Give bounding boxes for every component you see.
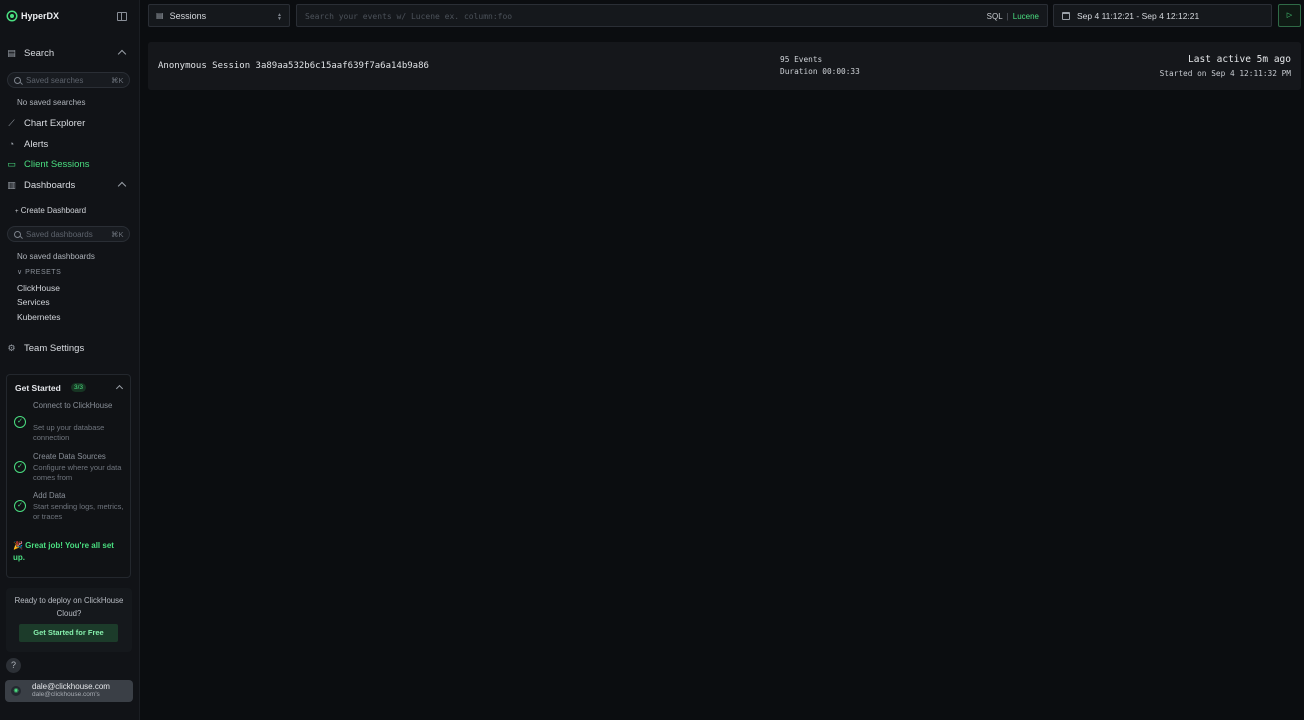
search-icon (14, 230, 21, 238)
source-select[interactable]: ▤ Sessions ▲ ▼ (148, 4, 290, 27)
preset-services[interactable]: Services (17, 297, 50, 307)
check-circle-icon: ✓ (14, 416, 26, 428)
check-circle-icon: ✓ (14, 500, 26, 512)
logo-icon (8, 12, 16, 20)
nav-alerts[interactable]: ◔ Alerts (7, 139, 49, 150)
chevron-down-icon: ∨ (17, 269, 23, 276)
nav-client-sessions-label: Client Sessions (24, 159, 90, 170)
nav-team-settings[interactable]: ⚙ Team Settings (7, 343, 84, 354)
plus-icon: + (15, 209, 19, 215)
brand-name: HyperDX (21, 11, 60, 21)
deploy-card: Ready to deploy on ClickHouse Cloud? Get… (6, 588, 132, 652)
step-title: Add Data (33, 491, 66, 500)
search-icon (14, 76, 21, 84)
search-query-input[interactable] (305, 10, 965, 22)
search-nav-icon: ▤ (7, 48, 16, 58)
saved-search-input[interactable] (26, 75, 104, 85)
bell-icon: ◔ (8, 139, 15, 149)
time-range-picker[interactable]: Sep 4 11:12:21 - Sep 4 12:12:21 (1053, 4, 1272, 27)
lang-separator: | (1006, 12, 1009, 21)
lang-lucene[interactable]: Lucene (1013, 12, 1039, 21)
session-events: 95 Events (780, 55, 823, 64)
brand[interactable]: HyperDX (8, 11, 59, 21)
step-title: Create Data Sources (33, 452, 106, 461)
gear-icon: ⚙ (7, 343, 16, 353)
create-dashboard-label: Create Dashboard (20, 206, 87, 215)
user-menu[interactable]: ◉ dale@clickhouse.com dale@clickhouse.co… (5, 680, 133, 702)
nav-chart-explorer[interactable]: ⟋ Chart Explorer (7, 118, 85, 129)
nav-alerts-label: Alerts (24, 139, 49, 150)
lang-sql[interactable]: SQL (987, 12, 1003, 21)
run-query-button[interactable]: ▷ (1278, 4, 1301, 27)
query-bar: SQL | Lucene (296, 4, 1048, 27)
nav-client-sessions[interactable]: ▭ Client Sessions (7, 159, 89, 170)
calendar-icon (1062, 11, 1070, 20)
session-started: Started on Sep 4 12:11:32 PM (1159, 69, 1291, 78)
nav-team-settings-label: Team Settings (24, 343, 85, 354)
saved-search-input-wrap: ⌘K (7, 72, 130, 88)
no-saved-dashboards: No saved dashboards (17, 252, 95, 261)
user-team: dale@clickhouse.com's (32, 691, 100, 698)
step-desc: Start sending logs, metrics, or traces (33, 502, 124, 521)
get-started-free-button[interactable]: Get Started for Free (19, 624, 118, 642)
chevron-up-icon[interactable] (115, 384, 124, 393)
check-circle-icon: ✓ (14, 461, 26, 473)
time-range-value: Sep 4 11:12:21 - Sep 4 12:12:21 (1077, 10, 1200, 21)
nav-search-label: Search (24, 48, 55, 59)
nav-dashboards-label: Dashboards (24, 180, 76, 191)
preset-clickhouse[interactable]: ClickHouse (17, 283, 60, 293)
session-last-active: Last active 5m ago (1188, 54, 1291, 65)
shortcut-hint: ⌘K (111, 229, 124, 239)
session-row[interactable]: Anonymous Session 3a89aa532b6c15aaf639f7… (148, 42, 1301, 90)
step-desc: Set up your database connection (33, 423, 105, 442)
step-desc: Configure where your data comes from (33, 463, 122, 482)
source-select-value: Sessions (169, 10, 207, 21)
chevron-up-icon[interactable] (117, 49, 127, 59)
nav-dashboards[interactable]: ▥ Dashboards (7, 180, 75, 191)
collapse-sidebar-icon[interactable] (117, 12, 127, 21)
chart-icon: ⟋ (8, 118, 15, 128)
get-started-title: Get Started (15, 383, 61, 393)
shortcut-hint: ⌘K (111, 75, 124, 85)
setup-complete-message: 🎉 Great job! You're all set up. (13, 541, 114, 562)
sidebar: HyperDX ▤ Search ⌘K No saved searches ⟋ … (0, 0, 140, 720)
select-arrows-icon: ▲ ▼ (277, 12, 282, 22)
step-title: Connect to ClickHouse (33, 401, 113, 410)
dashboard-search-input[interactable] (26, 229, 104, 239)
help-icon[interactable]: ? (6, 658, 21, 673)
query-language-toggle[interactable]: SQL | Lucene (987, 12, 1039, 21)
chevron-up-icon[interactable] (117, 181, 127, 191)
no-saved-searches: No saved searches (17, 98, 86, 107)
table-icon: ▤ (156, 11, 164, 20)
deploy-text: Ready to deploy on ClickHouse Cloud? (14, 596, 124, 618)
create-dashboard-link[interactable]: + Create Dashboard (15, 206, 86, 215)
progress-badge: 3/3 (71, 383, 87, 392)
dashboard-search-input-wrap: ⌘K (7, 226, 130, 242)
preset-kubernetes[interactable]: Kubernetes (17, 312, 60, 322)
nav-chart-explorer-label: Chart Explorer (24, 118, 86, 129)
presets-header[interactable]: ∨ PRESETS (17, 268, 61, 276)
session-duration: Duration 00:00:33 (780, 67, 860, 76)
user-avatar-icon: ◉ (11, 686, 21, 696)
dashboard-icon: ▥ (7, 180, 16, 190)
session-title: Anonymous Session 3a89aa532b6c15aaf639f7… (158, 61, 429, 71)
laptop-icon: ▭ (7, 159, 16, 169)
user-email: dale@clickhouse.com (32, 682, 110, 691)
nav-search[interactable]: ▤ Search (7, 48, 54, 59)
presets-label: PRESETS (25, 269, 62, 276)
